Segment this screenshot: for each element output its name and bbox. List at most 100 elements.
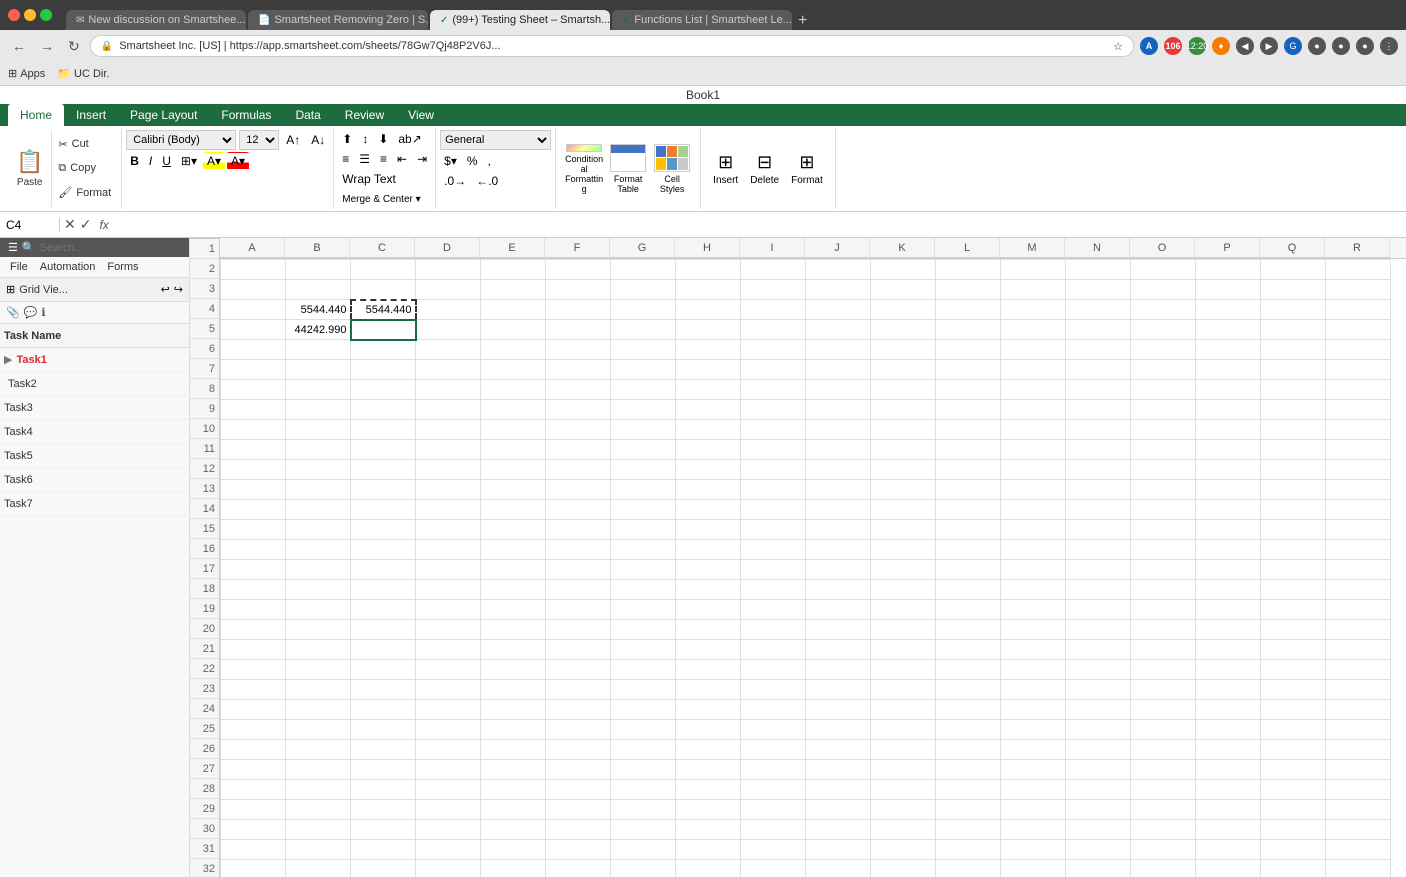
cell-Q28[interactable] (1261, 800, 1326, 820)
cell-O15[interactable] (1131, 540, 1196, 560)
cell-O20[interactable] (1131, 640, 1196, 660)
cell-K8[interactable] (871, 400, 936, 420)
cell-I25[interactable] (741, 740, 806, 760)
cell-I8[interactable] (741, 400, 806, 420)
cell-K18[interactable] (871, 600, 936, 620)
cell-R16[interactable] (1326, 560, 1391, 580)
cell-G5[interactable] (611, 340, 676, 360)
cell-L2[interactable] (936, 280, 1001, 300)
extension-icon-2[interactable]: 106 (1164, 37, 1182, 55)
cell-P31[interactable] (1196, 860, 1261, 877)
close-dot[interactable] (8, 9, 20, 21)
format-as-table-button[interactable]: Format Table (608, 144, 648, 194)
cell-E12[interactable] (481, 480, 546, 500)
cell-O21[interactable] (1131, 660, 1196, 680)
cell-L26[interactable] (936, 760, 1001, 780)
cell-N23[interactable] (1066, 700, 1131, 720)
cell-H10[interactable] (676, 440, 741, 460)
cell-P9[interactable] (1196, 420, 1261, 440)
cell-P1[interactable] (1196, 260, 1261, 280)
cell-E10[interactable] (481, 440, 546, 460)
cell-D17[interactable] (416, 580, 481, 600)
cell-L10[interactable] (936, 440, 1001, 460)
extension-icon-9[interactable]: ● (1332, 37, 1350, 55)
cell-R20[interactable] (1326, 640, 1391, 660)
cell-D11[interactable] (416, 460, 481, 480)
cell-P25[interactable] (1196, 740, 1261, 760)
decrease-indent-button[interactable]: ⇤ (393, 150, 411, 168)
cell-A24[interactable] (221, 720, 286, 740)
ribbon-tab-pagelayout[interactable]: Page Layout (118, 104, 209, 126)
cell-D3[interactable] (416, 300, 481, 320)
cell-R17[interactable] (1326, 580, 1391, 600)
cell-J25[interactable] (806, 740, 871, 760)
cell-L15[interactable] (936, 540, 1001, 560)
row-number-30[interactable]: 30 (190, 819, 219, 839)
cell-I21[interactable] (741, 660, 806, 680)
cell-B23[interactable] (286, 700, 351, 720)
cell-G15[interactable] (611, 540, 676, 560)
cell-I22[interactable] (741, 680, 806, 700)
cell-A17[interactable] (221, 580, 286, 600)
row-number-4[interactable]: 4 (190, 299, 219, 319)
attachment-icon[interactable]: 📎 (6, 306, 20, 319)
cell-I2[interactable] (741, 280, 806, 300)
cell-R9[interactable] (1326, 420, 1391, 440)
cell-E8[interactable] (481, 400, 546, 420)
cell-F3[interactable] (546, 300, 611, 320)
cell-H2[interactable] (676, 280, 741, 300)
cell-R5[interactable] (1326, 340, 1391, 360)
cell-J6[interactable] (806, 360, 871, 380)
task-row-3[interactable]: Task3 (0, 396, 189, 420)
cell-styles-button[interactable]: Cell Styles (652, 144, 692, 194)
row-number-2[interactable]: 2 (190, 259, 219, 279)
cell-B22[interactable] (286, 680, 351, 700)
cell-Q20[interactable] (1261, 640, 1326, 660)
cell-I1[interactable] (741, 260, 806, 280)
insert-cells-button[interactable]: ⊞ Insert (709, 150, 742, 188)
cell-D9[interactable] (416, 420, 481, 440)
cell-E23[interactable] (481, 700, 546, 720)
cell-J16[interactable] (806, 560, 871, 580)
cell-B27[interactable] (286, 780, 351, 800)
new-tab-button[interactable]: + (798, 12, 807, 30)
cell-P6[interactable] (1196, 360, 1261, 380)
cell-N6[interactable] (1066, 360, 1131, 380)
cell-O28[interactable] (1131, 800, 1196, 820)
cell-H29[interactable] (676, 820, 741, 840)
cell-N24[interactable] (1066, 720, 1131, 740)
cell-L4[interactable] (936, 320, 1001, 340)
cell-G23[interactable] (611, 700, 676, 720)
cell-K7[interactable] (871, 380, 936, 400)
cell-K11[interactable] (871, 460, 936, 480)
cell-A7[interactable] (221, 380, 286, 400)
cell-F26[interactable] (546, 760, 611, 780)
fill-color-button[interactable]: A▾ (203, 152, 225, 170)
cell-K16[interactable] (871, 560, 936, 580)
number-format-select[interactable]: General (440, 130, 551, 150)
cell-C15[interactable] (351, 540, 416, 560)
font-size-select[interactable]: 12 (239, 130, 279, 150)
col-header-O[interactable]: O (1130, 238, 1195, 258)
cell-N4[interactable] (1066, 320, 1131, 340)
cell-M27[interactable] (1001, 780, 1066, 800)
sidebar-nav-automation[interactable]: Automation (36, 259, 100, 275)
cell-I27[interactable] (741, 780, 806, 800)
col-header-D[interactable]: D (415, 238, 480, 258)
cell-L22[interactable] (936, 680, 1001, 700)
cell-N25[interactable] (1066, 740, 1131, 760)
cell-N8[interactable] (1066, 400, 1131, 420)
cell-C14[interactable] (351, 520, 416, 540)
cell-B28[interactable] (286, 800, 351, 820)
cell-I11[interactable] (741, 460, 806, 480)
cell-N22[interactable] (1066, 680, 1131, 700)
cell-K3[interactable] (871, 300, 936, 320)
col-header-F[interactable]: F (545, 238, 610, 258)
cell-I5[interactable] (741, 340, 806, 360)
cell-Q26[interactable] (1261, 760, 1326, 780)
cell-F25[interactable] (546, 740, 611, 760)
delete-cells-button[interactable]: ⊟ Delete (746, 150, 783, 188)
cell-G9[interactable] (611, 420, 676, 440)
cell-M22[interactable] (1001, 680, 1066, 700)
increase-font-button[interactable]: A↑ (282, 131, 304, 149)
